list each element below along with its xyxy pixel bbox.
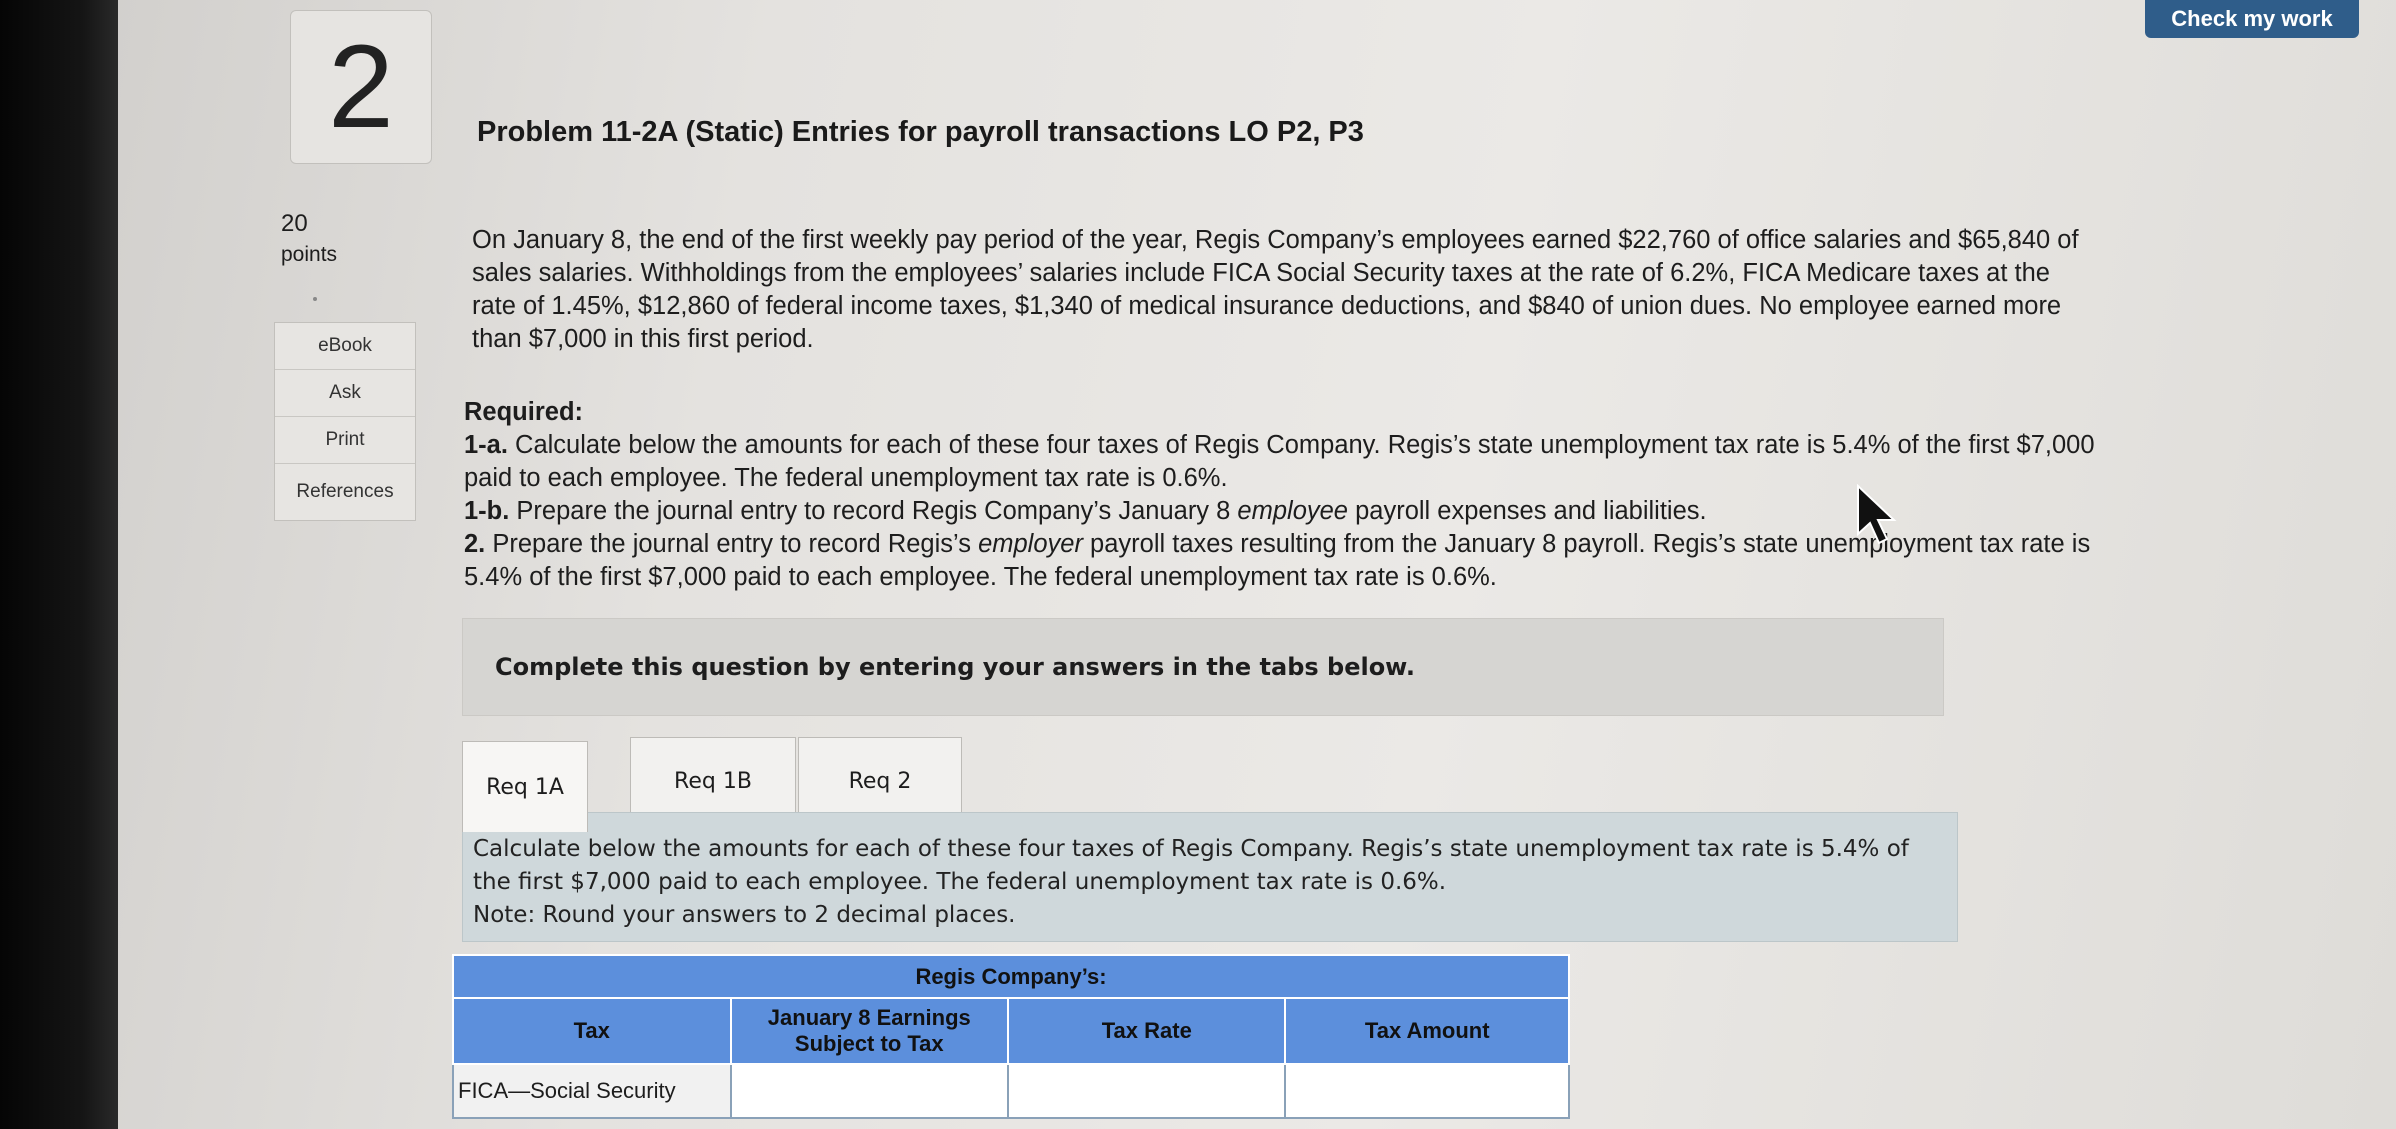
screen-bezel <box>0 0 118 1129</box>
table-row: FICA—Social Security <box>452 1063 1570 1119</box>
table-caption: Regis Company’s: <box>452 954 1570 999</box>
separator-dot <box>313 297 317 301</box>
header-tax: Tax <box>452 997 732 1065</box>
instructions-text: Calculate below the amounts for each of … <box>473 836 1909 895</box>
instructions-panel: Calculate below the amounts for each of … <box>462 812 1958 942</box>
earnings-input[interactable] <box>732 1065 1011 1117</box>
required-2-emphasis: employer <box>978 530 1083 558</box>
required-1b-emphasis: employee <box>1237 497 1348 525</box>
points-label: points <box>281 243 338 266</box>
check-my-work-button[interactable]: Check my work <box>2145 0 2359 38</box>
references-button[interactable]: References <box>275 464 415 520</box>
points-value: 20 <box>281 210 308 237</box>
header-tax-amount: Tax Amount <box>1284 997 1570 1065</box>
required-1b-post: payroll expenses and liabilities. <box>1348 497 1707 525</box>
rate-input-cell[interactable] <box>1007 1063 1288 1119</box>
rate-input[interactable] <box>1010 1065 1288 1117</box>
required-1a-label: 1-a. <box>464 431 508 459</box>
row-tax-name: FICA—Social Security <box>452 1063 732 1119</box>
mouse-pointer-icon <box>1856 483 1902 551</box>
required-heading: Required: <box>464 398 584 426</box>
question-number: 2 <box>290 10 432 164</box>
required-2-label: 2. <box>464 530 486 558</box>
required-1b-pre: Prepare the journal entry to record Regi… <box>509 497 1238 525</box>
required-2-pre: Prepare the journal entry to record Regi… <box>485 530 979 558</box>
side-menu: eBook Ask Print References <box>274 322 416 521</box>
print-button[interactable]: Print <box>275 417 415 464</box>
tax-table: Regis Company’s: Tax January 8 Earnings … <box>452 954 1570 1119</box>
earnings-input-cell[interactable] <box>729 1063 1011 1119</box>
header-earnings: January 8 Earnings Subject to Tax <box>729 997 1010 1065</box>
amount-cell <box>1284 1063 1570 1119</box>
ebook-button[interactable]: eBook <box>275 323 415 370</box>
tab-req-1a[interactable]: Req 1A <box>462 741 588 832</box>
header-tax-rate: Tax Rate <box>1007 997 1287 1065</box>
complete-prompt: Complete this question by entering your … <box>495 653 1415 681</box>
complete-prompt-box: Complete this question by entering your … <box>462 618 1944 716</box>
required-1a-text: Calculate below the amounts for each of … <box>464 431 2095 492</box>
problem-title: Problem 11-2A (Static) Entries for payro… <box>477 116 1364 148</box>
required-1b-label: 1-b. <box>464 497 510 525</box>
problem-paragraph: On January 8, the end of the first weekl… <box>472 226 2079 353</box>
ask-button[interactable]: Ask <box>275 370 415 417</box>
instructions-note: Note: Round your answers to 2 decimal pl… <box>473 902 1016 928</box>
